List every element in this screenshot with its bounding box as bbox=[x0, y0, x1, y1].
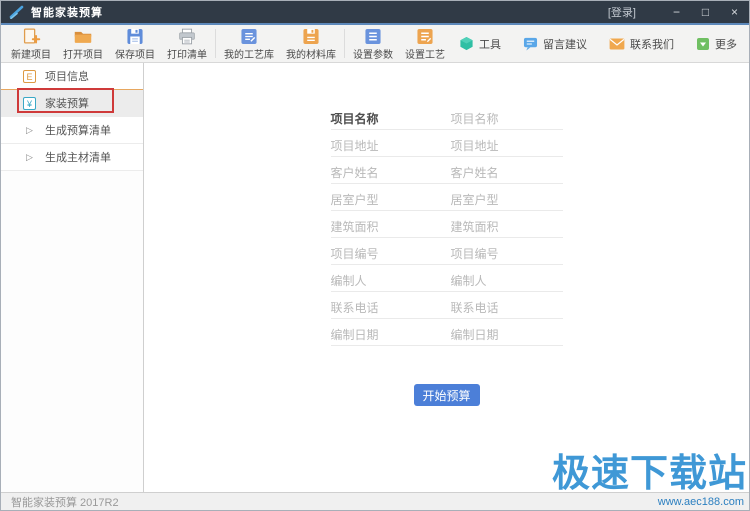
sidebar-item-label: 项目信息 bbox=[45, 68, 89, 84]
material-library-button[interactable]: 我的材料库 bbox=[280, 25, 342, 62]
toolbar-item-label: 工具 bbox=[479, 36, 501, 52]
save-project-icon bbox=[125, 28, 145, 45]
toolbar-item-label: 保存项目 bbox=[115, 46, 155, 61]
craft-library-button[interactable]: 我的工艺库 bbox=[218, 25, 280, 62]
toolbar-item-label: 打开项目 bbox=[63, 46, 103, 61]
field-label: 居室户型 bbox=[331, 194, 451, 210]
form-row-contact-phone: 联系电话 联系电话 bbox=[331, 302, 563, 319]
form-row-project-address: 项目地址 项目地址 bbox=[331, 140, 563, 157]
sidebar: E 项目信息 ¥ 家装预算 ▷ 生成预算清单 ▷ 生成主材清单 bbox=[1, 63, 144, 492]
titlebar-controls: [登录] − □ × bbox=[608, 1, 749, 23]
statusbar-text: 智能家装预算 2017R2 bbox=[11, 494, 119, 510]
project-info-icon: E bbox=[23, 70, 36, 83]
triangle-icon: ▷ bbox=[23, 125, 36, 136]
form-row-building-area: 建筑面积 建筑面积 bbox=[331, 221, 563, 238]
sidebar-item-home-budget[interactable]: ¥ 家装预算 bbox=[1, 90, 143, 117]
form-row-room-type: 居室户型 居室户型 bbox=[331, 194, 563, 211]
toolbar: 新建项目 打开项目 保存项目 bbox=[1, 25, 749, 63]
toolbar-item-label: 留言建议 bbox=[543, 36, 587, 52]
compiler-input[interactable]: 编制人 bbox=[451, 275, 563, 291]
form-row-compiler: 编制人 编制人 bbox=[331, 275, 563, 292]
window-title: 智能家装预算 bbox=[31, 4, 103, 20]
field-label: 客户姓名 bbox=[331, 167, 451, 183]
toolbar-item-label: 我的材料库 bbox=[286, 46, 336, 61]
contact-phone-input[interactable]: 联系电话 bbox=[451, 302, 563, 318]
feedback-icon bbox=[523, 37, 538, 51]
field-label: 项目名称 bbox=[331, 113, 451, 129]
open-project-icon bbox=[72, 28, 94, 45]
tools-icon bbox=[459, 36, 474, 51]
toolbar-item-label: 设置参数 bbox=[353, 46, 393, 61]
contact-button[interactable]: 联系我们 bbox=[609, 36, 674, 52]
toolbar-separator bbox=[344, 29, 345, 58]
app-window: 智能家装预算 [登录] − □ × 新建项目 bbox=[0, 0, 750, 511]
new-project-button[interactable]: 新建项目 bbox=[5, 25, 57, 62]
body: E 项目信息 ¥ 家装预算 ▷ 生成预算清单 ▷ 生成主材清单 项目名称 bbox=[1, 63, 749, 492]
field-label: 编制人 bbox=[331, 275, 451, 291]
login-link[interactable]: [登录] bbox=[608, 4, 636, 20]
sidebar-item-generate-material-list[interactable]: ▷ 生成主材清单 bbox=[1, 144, 143, 171]
triangle-icon: ▷ bbox=[23, 152, 36, 163]
statusbar: 智能家装预算 2017R2 bbox=[1, 492, 749, 511]
budget-yen-icon: ¥ bbox=[23, 97, 36, 110]
set-params-icon bbox=[364, 28, 382, 45]
close-button[interactable]: × bbox=[720, 1, 749, 23]
compile-date-input[interactable]: 编制日期 bbox=[451, 329, 563, 345]
project-address-input[interactable]: 项目地址 bbox=[451, 140, 563, 156]
titlebar: 智能家装预算 [登录] − □ × bbox=[1, 1, 749, 23]
craft-library-icon bbox=[240, 28, 258, 45]
feedback-button[interactable]: 留言建议 bbox=[523, 36, 587, 52]
sidebar-item-label: 生成预算清单 bbox=[45, 122, 111, 138]
new-project-icon bbox=[20, 28, 42, 45]
sidebar-item-label: 家装预算 bbox=[45, 95, 89, 111]
more-button[interactable]: 更多 bbox=[696, 36, 737, 52]
customer-name-input[interactable]: 客户姓名 bbox=[451, 167, 563, 183]
tools-button[interactable]: 工具 bbox=[459, 36, 501, 52]
toolbar-item-label: 打印清单 bbox=[167, 46, 207, 61]
field-label: 建筑面积 bbox=[331, 221, 451, 237]
sidebar-item-generate-budget-list[interactable]: ▷ 生成预算清单 bbox=[1, 117, 143, 144]
main-content: 项目名称 项目名称 项目地址 项目地址 客户姓名 客户姓名 居室户型 居室户型 … bbox=[144, 63, 749, 492]
toolbar-item-label: 新建项目 bbox=[11, 46, 51, 61]
form-row-customer-name: 客户姓名 客户姓名 bbox=[331, 167, 563, 184]
open-project-button[interactable]: 打开项目 bbox=[57, 25, 109, 62]
print-list-icon bbox=[176, 28, 198, 45]
set-craft-icon bbox=[416, 28, 434, 45]
sidebar-item-label: 生成主材清单 bbox=[45, 149, 111, 165]
toolbar-item-label: 更多 bbox=[715, 36, 737, 52]
field-label: 联系电话 bbox=[331, 302, 451, 318]
field-label: 编制日期 bbox=[331, 329, 451, 345]
start-budget-button[interactable]: 开始预算 bbox=[414, 384, 480, 406]
sidebar-item-project-info[interactable]: E 项目信息 bbox=[1, 63, 143, 90]
form-row-project-number: 项目编号 项目编号 bbox=[331, 248, 563, 265]
field-label: 项目地址 bbox=[331, 140, 451, 156]
maximize-button[interactable]: □ bbox=[691, 1, 720, 23]
form-row-project-name: 项目名称 项目名称 bbox=[331, 113, 563, 130]
more-icon bbox=[696, 37, 710, 51]
room-type-input[interactable]: 居室户型 bbox=[451, 194, 563, 210]
project-number-input[interactable]: 项目编号 bbox=[451, 248, 563, 264]
set-params-button[interactable]: 设置参数 bbox=[347, 25, 399, 62]
print-list-button[interactable]: 打印清单 bbox=[161, 25, 213, 62]
building-area-input[interactable]: 建筑面积 bbox=[451, 221, 563, 237]
project-form: 项目名称 项目名称 项目地址 项目地址 客户姓名 客户姓名 居室户型 居室户型 … bbox=[331, 113, 563, 406]
toolbar-separator bbox=[215, 29, 216, 58]
toolbar-item-label: 联系我们 bbox=[630, 36, 674, 52]
field-label: 项目编号 bbox=[331, 248, 451, 264]
toolbar-item-label: 设置工艺 bbox=[405, 46, 445, 61]
toolbar-right-group: 工具 留言建议 联系我 bbox=[459, 25, 743, 62]
form-row-compile-date: 编制日期 编制日期 bbox=[331, 329, 563, 346]
save-project-button[interactable]: 保存项目 bbox=[109, 25, 161, 62]
toolbar-item-label: 我的工艺库 bbox=[224, 46, 274, 61]
project-name-input[interactable]: 项目名称 bbox=[451, 113, 563, 129]
material-library-icon bbox=[302, 28, 320, 45]
set-craft-button[interactable]: 设置工艺 bbox=[399, 25, 451, 62]
contact-icon bbox=[609, 38, 625, 50]
app-logo-icon bbox=[9, 5, 25, 19]
minimize-button[interactable]: − bbox=[662, 1, 691, 23]
